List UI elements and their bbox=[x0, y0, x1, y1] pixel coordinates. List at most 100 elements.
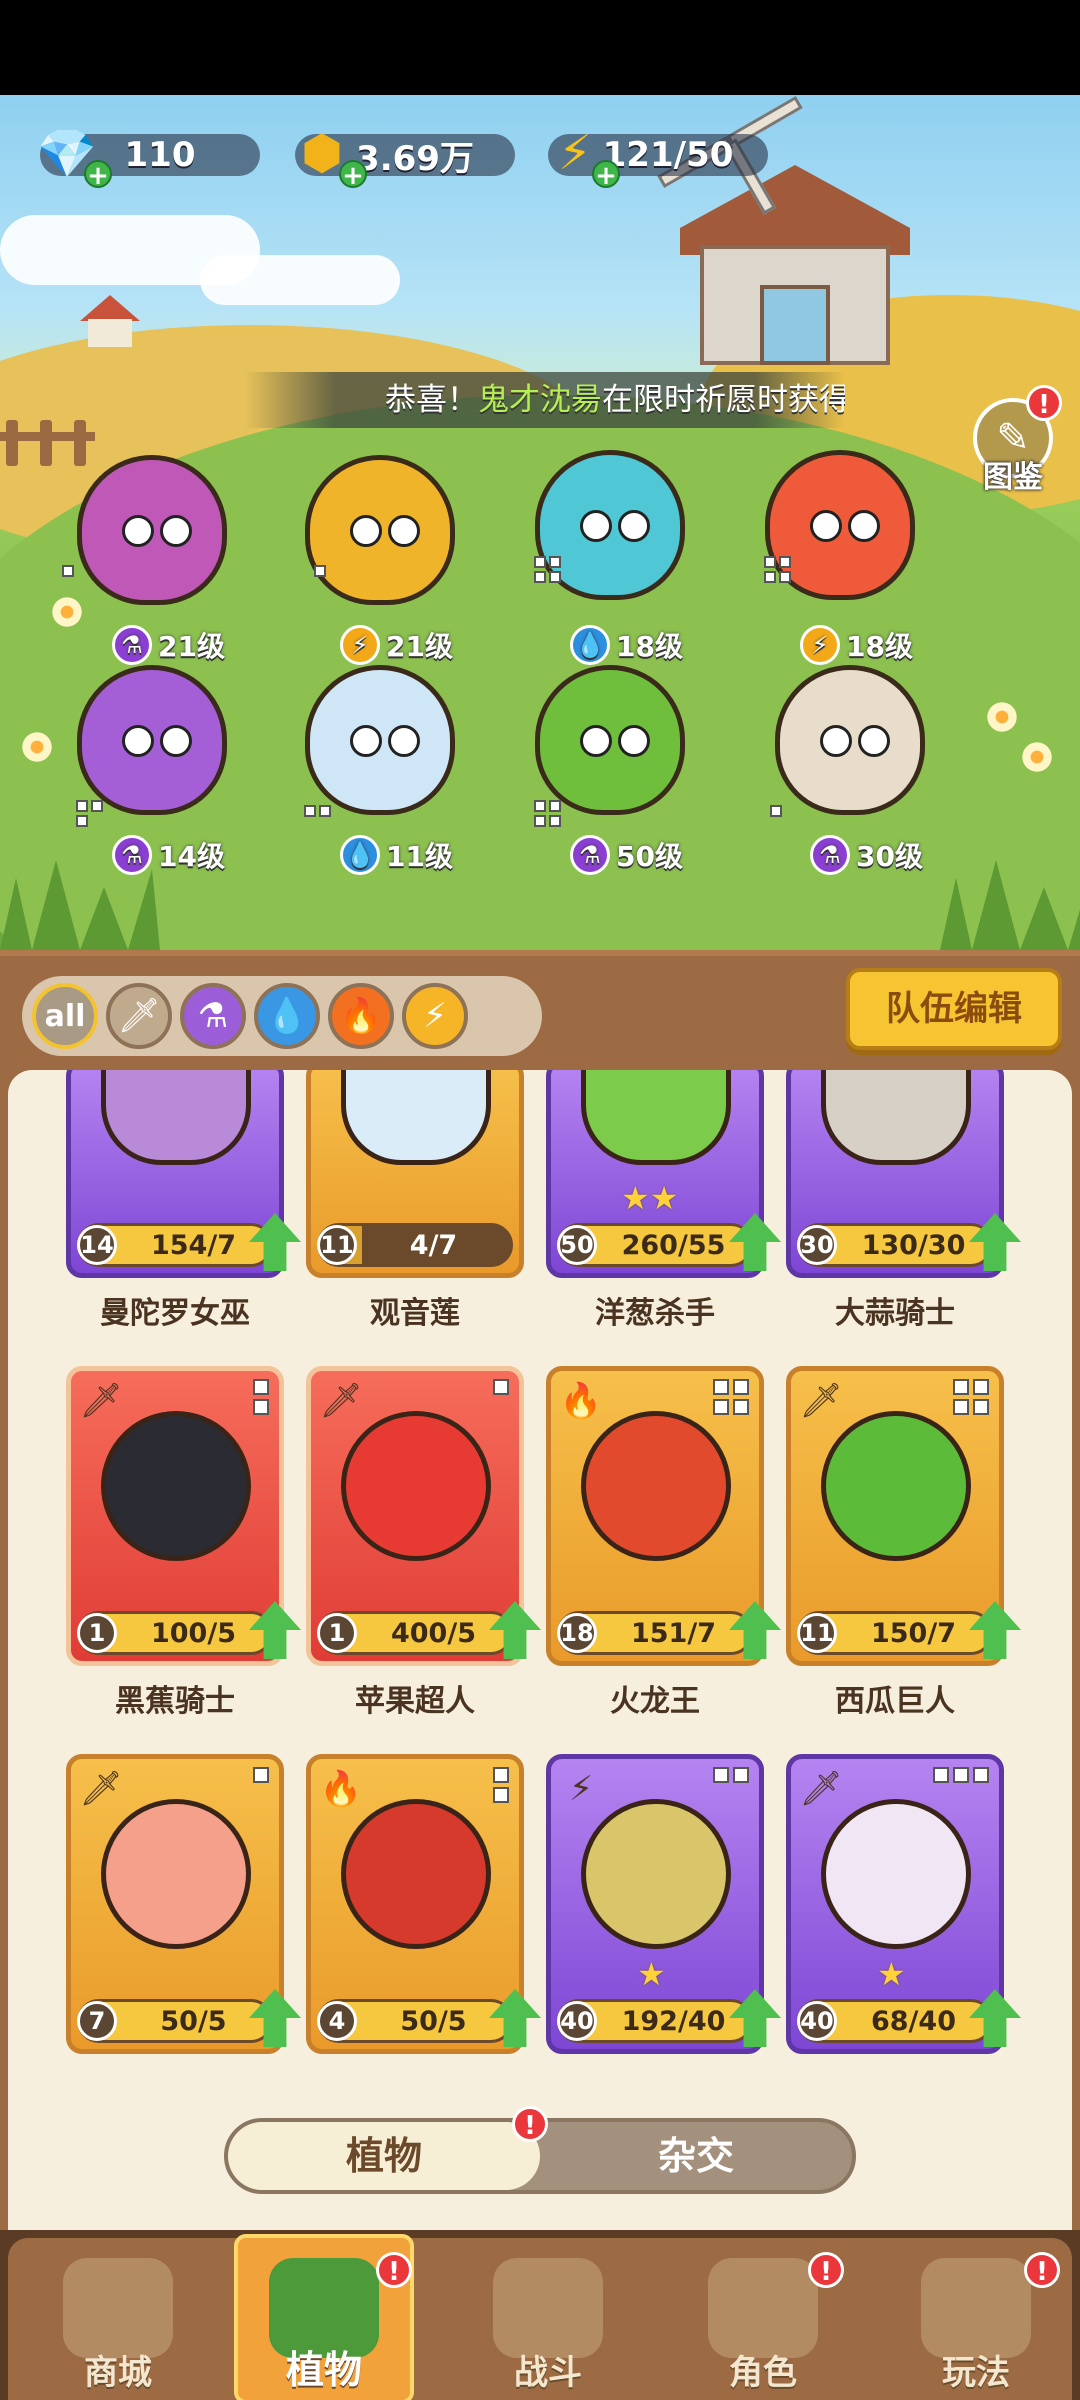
plant-portrait bbox=[341, 1070, 491, 1165]
plant-card[interactable]: 🗡 1 100/5 bbox=[66, 1366, 301, 1666]
sword-icon: 🗡 bbox=[79, 1769, 123, 1809]
energy-counter[interactable]: 121/50 ⚡ + bbox=[548, 125, 768, 190]
plant-portrait bbox=[821, 1411, 971, 1561]
filter-potion-icon[interactable]: ⚗ bbox=[180, 983, 246, 1049]
card-level: 11 bbox=[317, 1225, 357, 1265]
filter-water-icon[interactable]: 💧 bbox=[254, 983, 320, 1049]
card-name: 西瓜巨人 bbox=[835, 1684, 955, 1719]
plant-portrait bbox=[821, 1799, 971, 1949]
nav-role-badge: ! bbox=[808, 2252, 844, 2288]
sword-icon: 🗡 bbox=[319, 1381, 363, 1421]
card-panel: 14 154/7 曼陀罗女巫 11 4/7 观音莲 ★★ 50 260/55 洋葱杀手… bbox=[0, 1070, 1080, 2230]
card-level: 50 bbox=[557, 1225, 597, 1265]
ticker-prefix: 恭喜！ bbox=[385, 382, 478, 418]
team-member[interactable]: 💧 11级 bbox=[290, 665, 460, 895]
bottom-nav: 商城 植物 战斗 角色 玩法 bbox=[0, 2230, 1080, 2400]
sword-icon: 🗡 bbox=[799, 1769, 843, 1809]
card-name: 黑蕉骑士 bbox=[115, 1684, 235, 1719]
team-member[interactable]: ⚗ 14级 bbox=[62, 665, 232, 895]
tab-plants[interactable]: 植物 bbox=[228, 2122, 540, 2190]
nav-shop[interactable]: 商城 bbox=[18, 2238, 218, 2400]
rarity-dots bbox=[62, 565, 74, 577]
card-name: 观音莲 bbox=[370, 1296, 460, 1331]
plant-card[interactable]: 🗡 11 150/7 bbox=[786, 1366, 1021, 1666]
ticker-suffix: 在限时祈愿时获得 bbox=[602, 382, 845, 418]
plant-card[interactable]: 🗡 7 50/5 bbox=[66, 1754, 301, 2054]
card-count: 154/7 bbox=[150, 1229, 236, 1261]
rarity-dots bbox=[253, 1379, 269, 1415]
announcement-ticker: 恭喜！鬼才沈昜在限时祈愿时获得 bbox=[245, 372, 845, 428]
status-bar bbox=[0, 0, 1080, 95]
potion-icon: ⚗ bbox=[112, 835, 152, 875]
fire-icon: 🔥 bbox=[559, 1381, 603, 1421]
plant-card[interactable]: 🗡 1 400/5 bbox=[306, 1366, 541, 1666]
card-count: 150/7 bbox=[870, 1617, 956, 1649]
tab-hybrid[interactable]: 杂交 bbox=[540, 2122, 852, 2190]
plant-card[interactable]: 🔥 4 50/5 bbox=[306, 1754, 541, 2054]
character-icon bbox=[708, 2258, 818, 2358]
card-count: 100/5 bbox=[150, 1617, 236, 1649]
team-level: 50级 bbox=[616, 840, 683, 873]
rarity-dots bbox=[253, 1767, 269, 1783]
plant-card[interactable]: 11 4/7 bbox=[306, 1070, 524, 1278]
element-filters: all 🗡 ⚗ 💧 🔥 ⚡ bbox=[22, 976, 542, 1056]
plant-portrait bbox=[101, 1070, 251, 1165]
team-member[interactable]: ⚡ 18级 bbox=[750, 440, 920, 670]
card-level: 18 bbox=[557, 1613, 597, 1653]
filter-sword-icon[interactable]: 🗡 bbox=[106, 983, 172, 1049]
rarity-dots bbox=[933, 1767, 989, 1783]
star-rating: ★ bbox=[877, 1955, 906, 1993]
team-level: 21级 bbox=[386, 630, 453, 663]
team-member[interactable]: ⚗ 30级 bbox=[760, 665, 930, 895]
nav-play-label: 玩法 bbox=[942, 2353, 1010, 2393]
card-count: 260/55 bbox=[621, 1229, 726, 1261]
add-gems-icon[interactable]: + bbox=[84, 160, 112, 190]
water-drop-icon: 💧 bbox=[570, 625, 610, 665]
rarity-dots bbox=[713, 1767, 749, 1783]
plant-card[interactable]: ★★ 50 260/55 bbox=[546, 1070, 781, 1278]
cloud bbox=[200, 255, 400, 305]
plant-card[interactable]: 🔥 18 151/7 bbox=[546, 1366, 781, 1666]
filter-fire-icon[interactable]: 🔥 bbox=[328, 983, 394, 1049]
gameplay-icon bbox=[921, 2258, 1031, 2358]
add-energy-icon[interactable]: + bbox=[592, 160, 620, 190]
coin-counter[interactable]: 3.69万 ⬢ + bbox=[295, 125, 515, 190]
character-portrait bbox=[77, 455, 227, 605]
add-coins-icon[interactable]: + bbox=[339, 160, 367, 190]
team-level: 18级 bbox=[616, 630, 683, 663]
filter-lightning-icon[interactable]: ⚡ bbox=[402, 983, 468, 1049]
plant-portrait bbox=[341, 1799, 491, 1949]
lightning-icon: ⚡ bbox=[340, 625, 380, 665]
nav-battle-label: 战斗 bbox=[514, 2353, 582, 2393]
gem-counter[interactable]: 110 💎 + bbox=[37, 126, 260, 190]
team-member[interactable]: ⚗ 50级 bbox=[520, 665, 690, 895]
card-count: 151/7 bbox=[630, 1617, 716, 1649]
plant-card[interactable]: ⚡ ★ 40 192/40 bbox=[546, 1754, 781, 2054]
flower bbox=[985, 700, 1019, 734]
team-level: 18级 bbox=[846, 630, 913, 663]
character-portrait bbox=[77, 665, 227, 815]
card-count: 192/40 bbox=[621, 2005, 726, 2037]
card-level: 30 bbox=[797, 1225, 837, 1265]
nav-battle[interactable]: 战斗 bbox=[448, 2238, 648, 2400]
card-level: 1 bbox=[317, 1613, 357, 1653]
plant-card[interactable]: 30 130/30 bbox=[786, 1070, 1021, 1278]
team-edit-button[interactable]: 队伍编辑 bbox=[846, 968, 1062, 1050]
card-count: 130/30 bbox=[861, 1229, 966, 1261]
filter-all[interactable]: all bbox=[32, 983, 98, 1049]
card-level: 14 bbox=[77, 1225, 117, 1265]
team-member[interactable]: ⚗ 21级 bbox=[62, 455, 232, 685]
team-member[interactable]: 💧 18级 bbox=[520, 440, 690, 670]
sword-icon: 🗡 bbox=[79, 1381, 123, 1421]
nav-play-badge: ! bbox=[1024, 2252, 1060, 2288]
team-member[interactable]: ⚡ 21级 bbox=[290, 455, 460, 685]
codex-notification-badge: ! bbox=[1026, 385, 1062, 421]
nav-role-label: 角色 bbox=[729, 2353, 797, 2393]
ticker-player-name: 鬼才沈昜 bbox=[478, 382, 602, 418]
card-level: 7 bbox=[77, 2001, 117, 2041]
water-drop-icon: 💧 bbox=[340, 835, 380, 875]
plant-portrait bbox=[821, 1070, 971, 1165]
plant-card[interactable]: 14 154/7 bbox=[66, 1070, 301, 1278]
plant-card[interactable]: 🗡 ★ 40 68/40 bbox=[786, 1754, 1021, 2054]
card-level: 1 bbox=[77, 1613, 117, 1653]
